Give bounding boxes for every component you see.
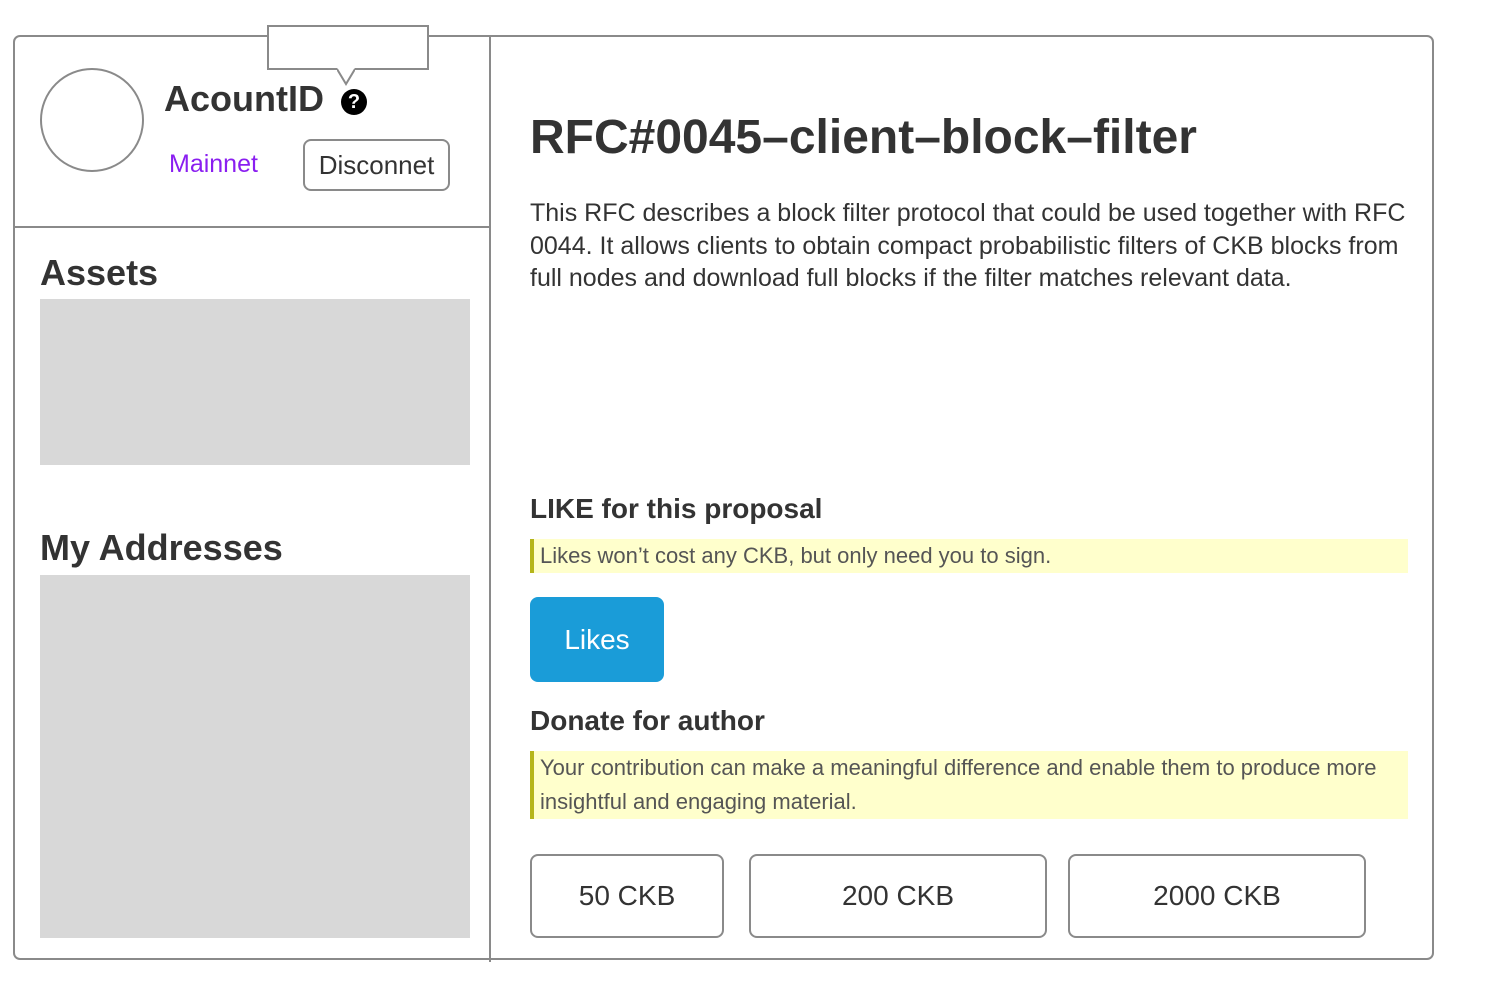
addresses-heading: My Addresses bbox=[40, 527, 283, 568]
proposal-title: RFC#0045–client–block–filter bbox=[530, 111, 1197, 164]
donate-heading: Donate for author bbox=[530, 705, 765, 736]
network-label: Mainnet bbox=[169, 150, 258, 178]
like-note: Likes won’t cost any CKB, but only need … bbox=[530, 539, 1408, 573]
help-icon[interactable]: ? bbox=[341, 89, 367, 115]
account-id-label: AcountID bbox=[164, 78, 324, 119]
proposal-description: This RFC describes a block filter protoc… bbox=[530, 199, 1406, 292]
account-divider bbox=[13, 226, 491, 228]
assets-heading: Assets bbox=[40, 252, 159, 293]
vertical-divider bbox=[489, 35, 491, 962]
account-tooltip bbox=[267, 25, 429, 70]
like-heading: LIKE for this proposal bbox=[530, 493, 823, 524]
donate-200-button[interactable]: 200 CKB bbox=[749, 854, 1047, 938]
disconnect-button[interactable]: Disconnet bbox=[303, 139, 450, 191]
likes-button[interactable]: Likes bbox=[530, 597, 664, 682]
avatar bbox=[40, 68, 144, 172]
donate-50-button[interactable]: 50 CKB bbox=[530, 854, 724, 938]
donate-2000-button[interactable]: 2000 CKB bbox=[1068, 854, 1366, 938]
addresses-panel bbox=[40, 575, 470, 938]
tooltip-pointer bbox=[337, 68, 355, 86]
donate-note: Your contribution can make a meaningful … bbox=[530, 751, 1408, 819]
assets-panel bbox=[40, 299, 470, 465]
